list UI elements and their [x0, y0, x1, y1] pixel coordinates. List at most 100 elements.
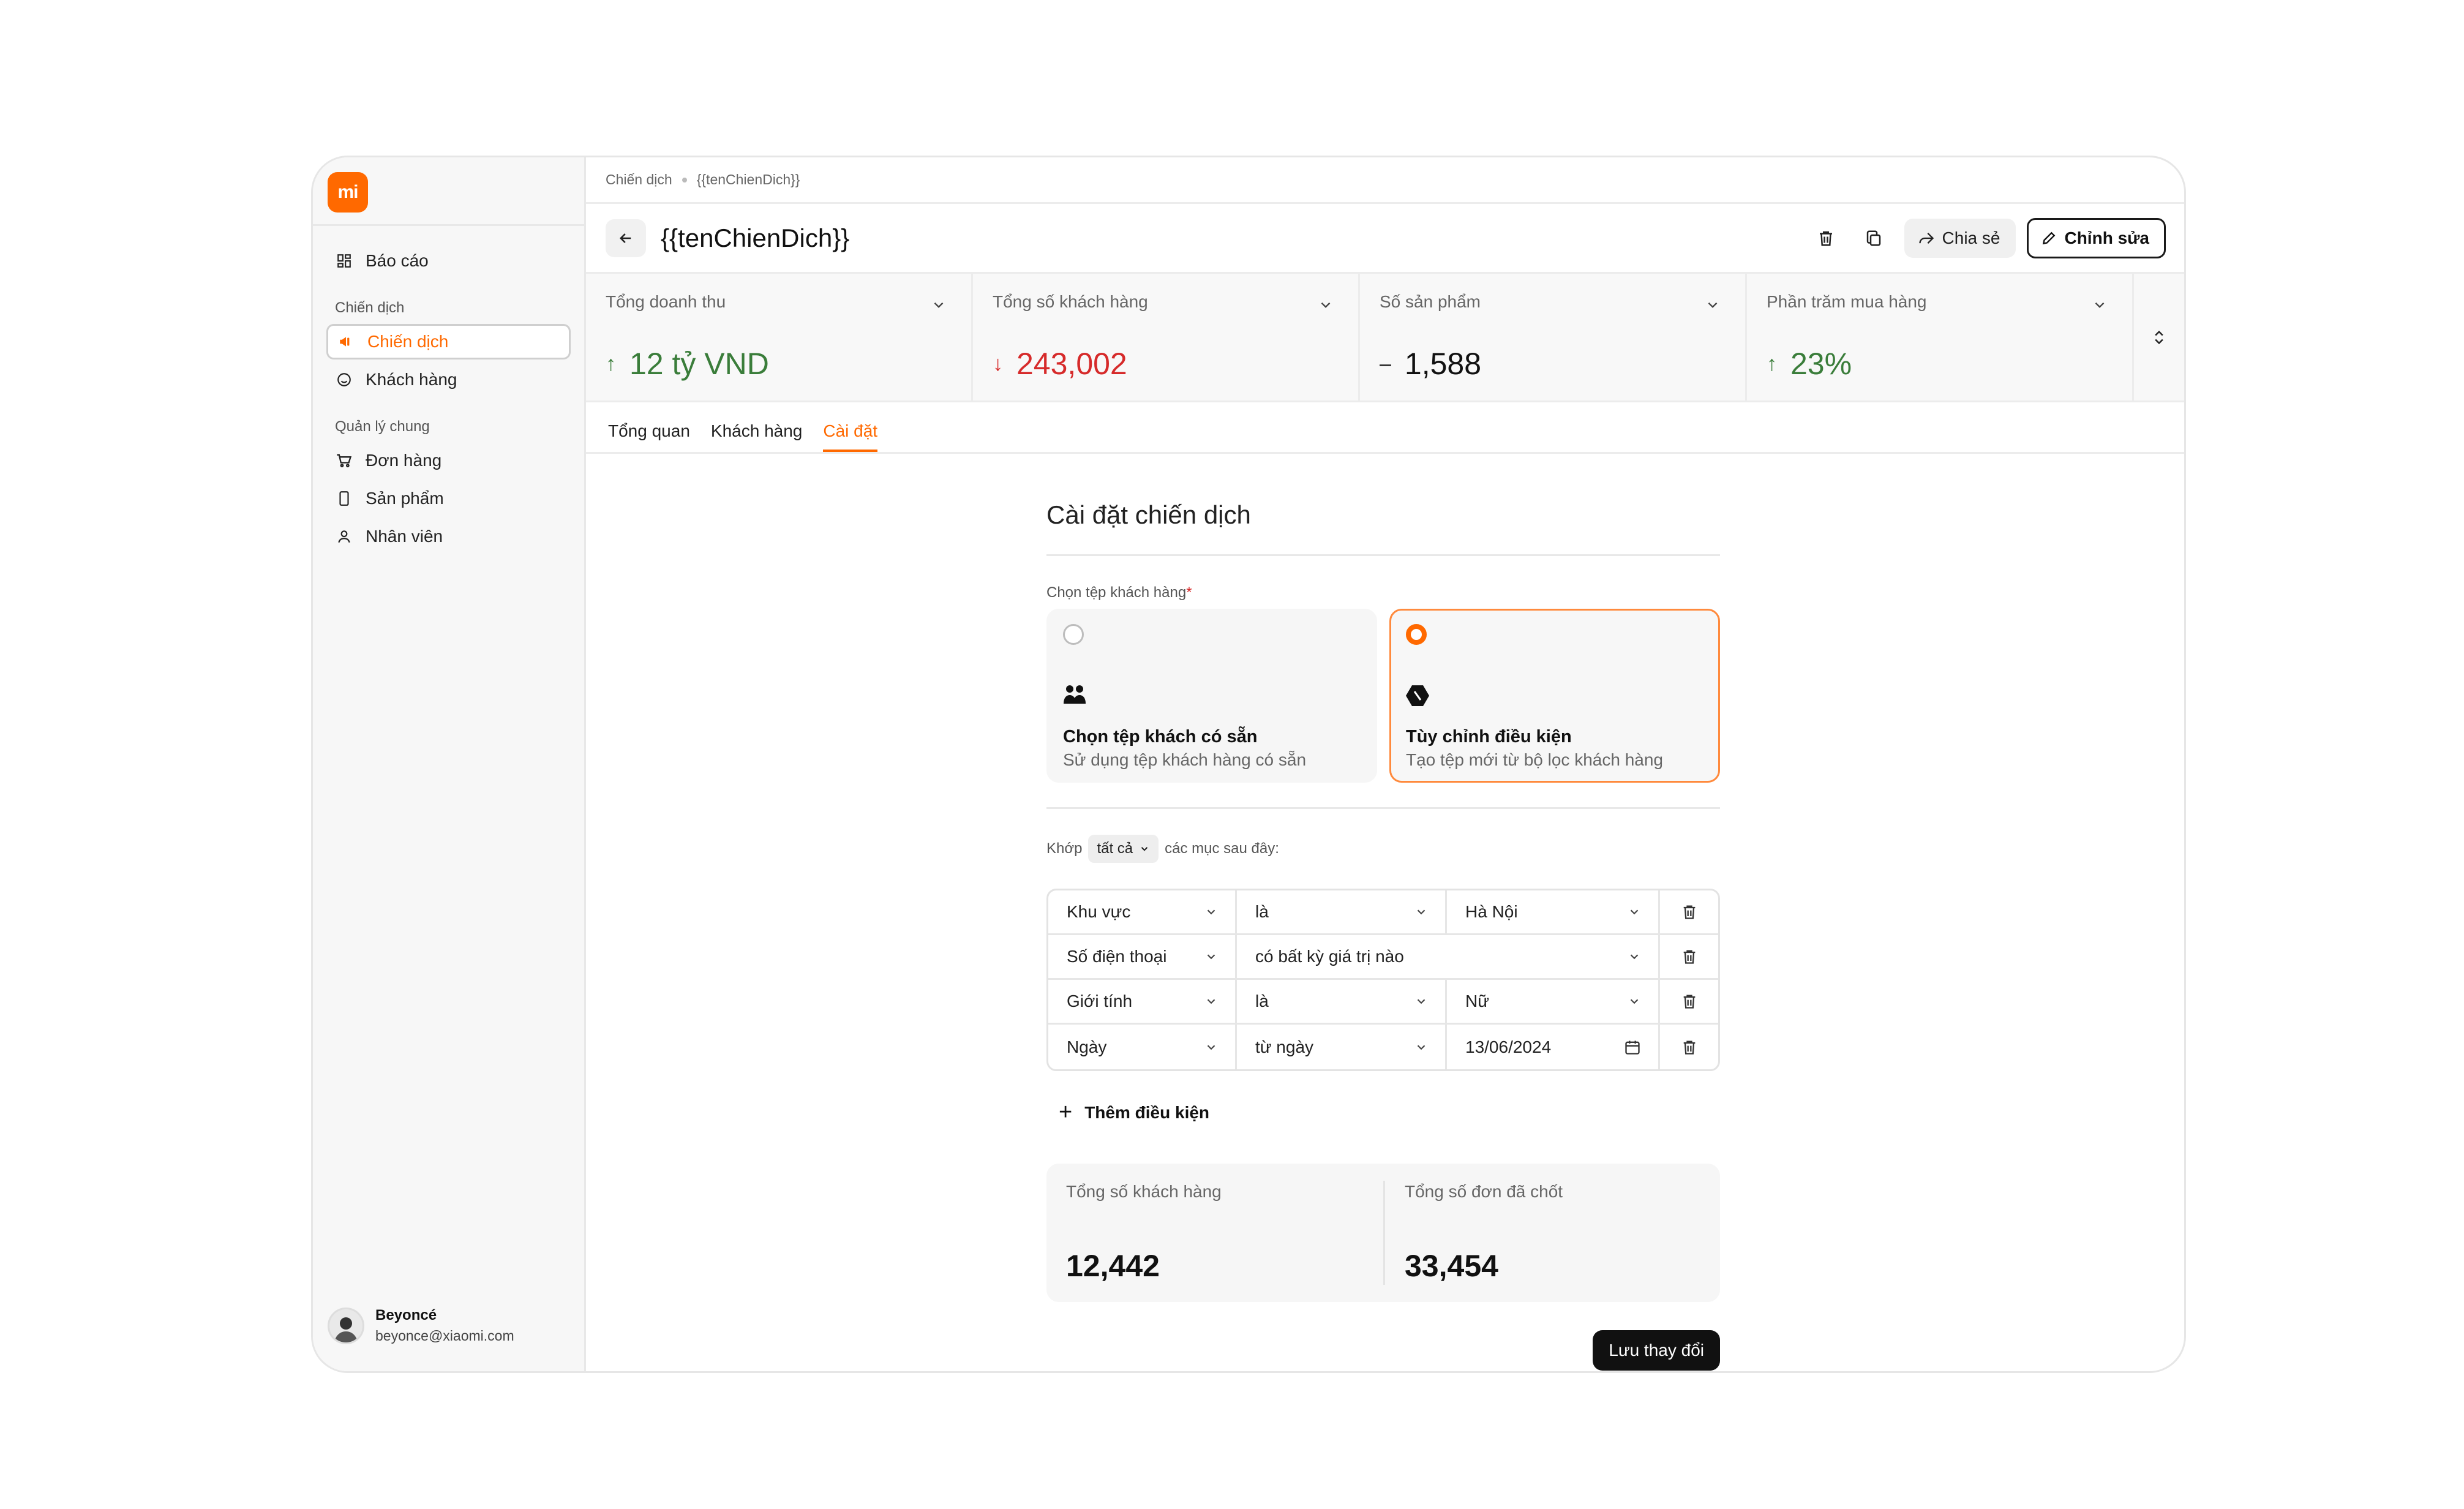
choice-desc: Sử dụng tệp khách hàng có sẵn — [1063, 750, 1307, 769]
add-condition-button[interactable]: + Thêm điều kiện — [1059, 1099, 1209, 1126]
delete-condition-button[interactable] — [1660, 935, 1718, 978]
delete-button[interactable] — [1806, 219, 1846, 258]
stat-card-purchase-rate[interactable]: Phần trăm mua hàng ↑ 23% — [1747, 274, 2134, 401]
customer-file-label: Chọn tệp khách hàng* — [1046, 584, 1720, 601]
sidebar-item-label: Nhân viên — [366, 527, 443, 546]
sidebar-item-chien-dich[interactable]: Chiến dịch — [326, 324, 571, 359]
sidebar-section-manage: Quản lý chung — [335, 418, 430, 435]
condition-field-select[interactable]: Số điện thoại — [1048, 935, 1237, 978]
radio-button-selected[interactable] — [1406, 624, 1427, 645]
stat-card-products[interactable]: Số sản phẩm – 1,588 — [1360, 274, 1747, 401]
condition-operator-select[interactable]: là — [1237, 980, 1447, 1023]
breadcrumb-separator — [682, 177, 687, 183]
edit-button[interactable]: Chỉnh sửa — [2027, 217, 2166, 258]
plus-icon: + — [1059, 1099, 1073, 1125]
condition-operator-value: từ ngày — [1255, 1037, 1314, 1056]
condition-operator-select[interactable]: là — [1237, 890, 1447, 933]
condition-field-select[interactable]: Ngày — [1048, 1025, 1237, 1069]
choice-custom-conditions[interactable]: Tùy chỉnh điều kiện Tạo tệp mới từ bộ lọ… — [1389, 609, 1720, 783]
arrow-left-icon — [620, 233, 631, 243]
save-row: Lưu thay đổi — [1046, 1330, 1720, 1371]
stats-row: Tổng doanh thu ↑ 12 tỷ VND Tổng số khách… — [586, 274, 2184, 402]
condition-value: 13/06/2024 — [1465, 1037, 1552, 1056]
sidebar-item-bao-cao[interactable]: Báo cáo — [326, 243, 571, 279]
condition-field-select[interactable]: Giới tính — [1048, 980, 1237, 1023]
chevron-down-icon — [1207, 1044, 1215, 1050]
choice-existing-file[interactable]: Chọn tệp khách có sẵn Sử dụng tệp khách … — [1046, 609, 1377, 783]
stat-value-text: 12 tỷ VND — [629, 347, 769, 381]
radio-button[interactable] — [1063, 624, 1084, 645]
save-changes-button[interactable]: Lưu thay đổi — [1593, 1330, 1720, 1371]
arrow-up-icon: ↑ — [606, 352, 616, 375]
tab-khach-hang[interactable]: Khách hàng — [711, 421, 802, 452]
condition-field-value: Khu vực — [1067, 902, 1131, 921]
user-profile[interactable]: Beyoncé beyonce@xiaomi.com — [328, 1307, 514, 1344]
field-label-text: Chọn tệp khách hàng — [1046, 584, 1187, 601]
chevron-up-down-icon — [2155, 330, 2163, 344]
chevron-down-icon — [1708, 302, 1718, 308]
trash-icon — [1819, 231, 1832, 246]
delete-condition-button[interactable] — [1660, 1025, 1718, 1069]
sidebar-item-khach-hang[interactable]: Khách hàng — [326, 362, 571, 397]
match-mode-select[interactable]: tất cả — [1088, 835, 1159, 863]
add-condition-label: Thêm điều kiện — [1084, 1102, 1210, 1122]
breadcrumb: Chiến dịch {{tenChienDich}} — [586, 157, 2184, 204]
summary-value: 12,442 — [1066, 1249, 1160, 1283]
chevron-down-icon — [1207, 954, 1215, 960]
phone-icon — [335, 489, 353, 508]
stat-value: – 1,588 — [1380, 346, 1481, 382]
chevron-down-icon — [1417, 999, 1425, 1004]
chevron-down-icon — [1321, 302, 1331, 308]
delete-condition-button[interactable] — [1660, 890, 1718, 933]
breadcrumb-root[interactable]: Chiến dịch — [606, 171, 672, 188]
pencil-icon — [2043, 231, 2056, 244]
chevron-down-icon — [1207, 909, 1215, 915]
stats-expand-toggle[interactable] — [2134, 274, 2184, 401]
condition-row: Giới tính là Nữ — [1048, 980, 1718, 1025]
dashboard-icon — [335, 252, 353, 270]
share-button[interactable]: Chia sẻ — [1904, 218, 2016, 258]
main-panel: Chiến dịch {{tenChienDich}} {{tenChienDi… — [586, 157, 2184, 1371]
condition-field-value: Số điện thoại — [1067, 947, 1167, 966]
section-title: Cài đặt chiến dịch — [1046, 500, 1720, 556]
edit-label: Chỉnh sửa — [2064, 228, 2149, 247]
campaign-settings: Cài đặt chiến dịch Chọn tệp khách hàng* … — [1046, 500, 1720, 1371]
sidebar-item-don-hang[interactable]: Đơn hàng — [326, 443, 571, 478]
smile-icon — [335, 371, 353, 389]
tab-cai-dat[interactable]: Cài đặt — [823, 421, 878, 452]
share-icon — [1918, 232, 1934, 244]
delete-condition-button[interactable] — [1660, 980, 1718, 1023]
stat-label: Tổng số khách hàng — [993, 292, 1148, 311]
cart-icon — [335, 451, 353, 470]
stat-value: ↑ 23% — [1767, 346, 1852, 382]
sidebar-item-san-pham[interactable]: Sản phẩm — [326, 481, 571, 516]
megaphone-icon — [337, 333, 355, 351]
stat-card-customers[interactable]: Tổng số khách hàng ↓ 243,002 — [973, 274, 1360, 401]
xiaomi-logo[interactable]: mi — [328, 172, 368, 213]
tab-bar: Tổng quan Khách hàng Cài đặt — [586, 402, 2184, 454]
arrow-up-icon: ↑ — [1767, 352, 1777, 375]
condition-value: Hà Nội — [1465, 902, 1518, 921]
back-button[interactable] — [606, 219, 646, 257]
match-suffix: các mục sau đây: — [1165, 840, 1279, 857]
sidebar-item-nhan-vien[interactable]: Nhân viên — [326, 519, 571, 554]
choice-desc: Tạo tệp mới từ bộ lọc khách hàng — [1406, 750, 1663, 769]
trash-icon — [1683, 995, 1695, 1009]
duplicate-button[interactable] — [1854, 219, 1893, 258]
summary-label: Tổng số đơn đã chốt — [1405, 1182, 1563, 1201]
page-title: {{tenChienDich}} — [661, 223, 850, 252]
copy-icon — [1866, 230, 1880, 246]
condition-date-input[interactable]: 13/06/2024 — [1447, 1025, 1660, 1069]
stat-card-revenue[interactable]: Tổng doanh thu ↑ 12 tỷ VND — [586, 274, 973, 401]
share-label: Chia sẻ — [1942, 228, 2000, 247]
condition-operator-value: có bất kỳ giá trị nào — [1255, 947, 1404, 966]
condition-operator-select[interactable]: từ ngày — [1237, 1025, 1447, 1069]
tab-tong-quan[interactable]: Tổng quan — [608, 421, 690, 452]
calendar-icon — [1625, 1040, 1640, 1055]
condition-field-select[interactable]: Khu vực — [1048, 890, 1237, 933]
required-mark: * — [1186, 584, 1192, 601]
title-bar: {{tenChienDich}} Chia sẻ Chỉnh sửa — [586, 204, 2184, 274]
condition-value-select[interactable]: Hà Nội — [1447, 890, 1660, 933]
condition-operator-select[interactable]: có bất kỳ giá trị nào — [1237, 935, 1660, 978]
condition-value-select[interactable]: Nữ — [1447, 980, 1660, 1023]
